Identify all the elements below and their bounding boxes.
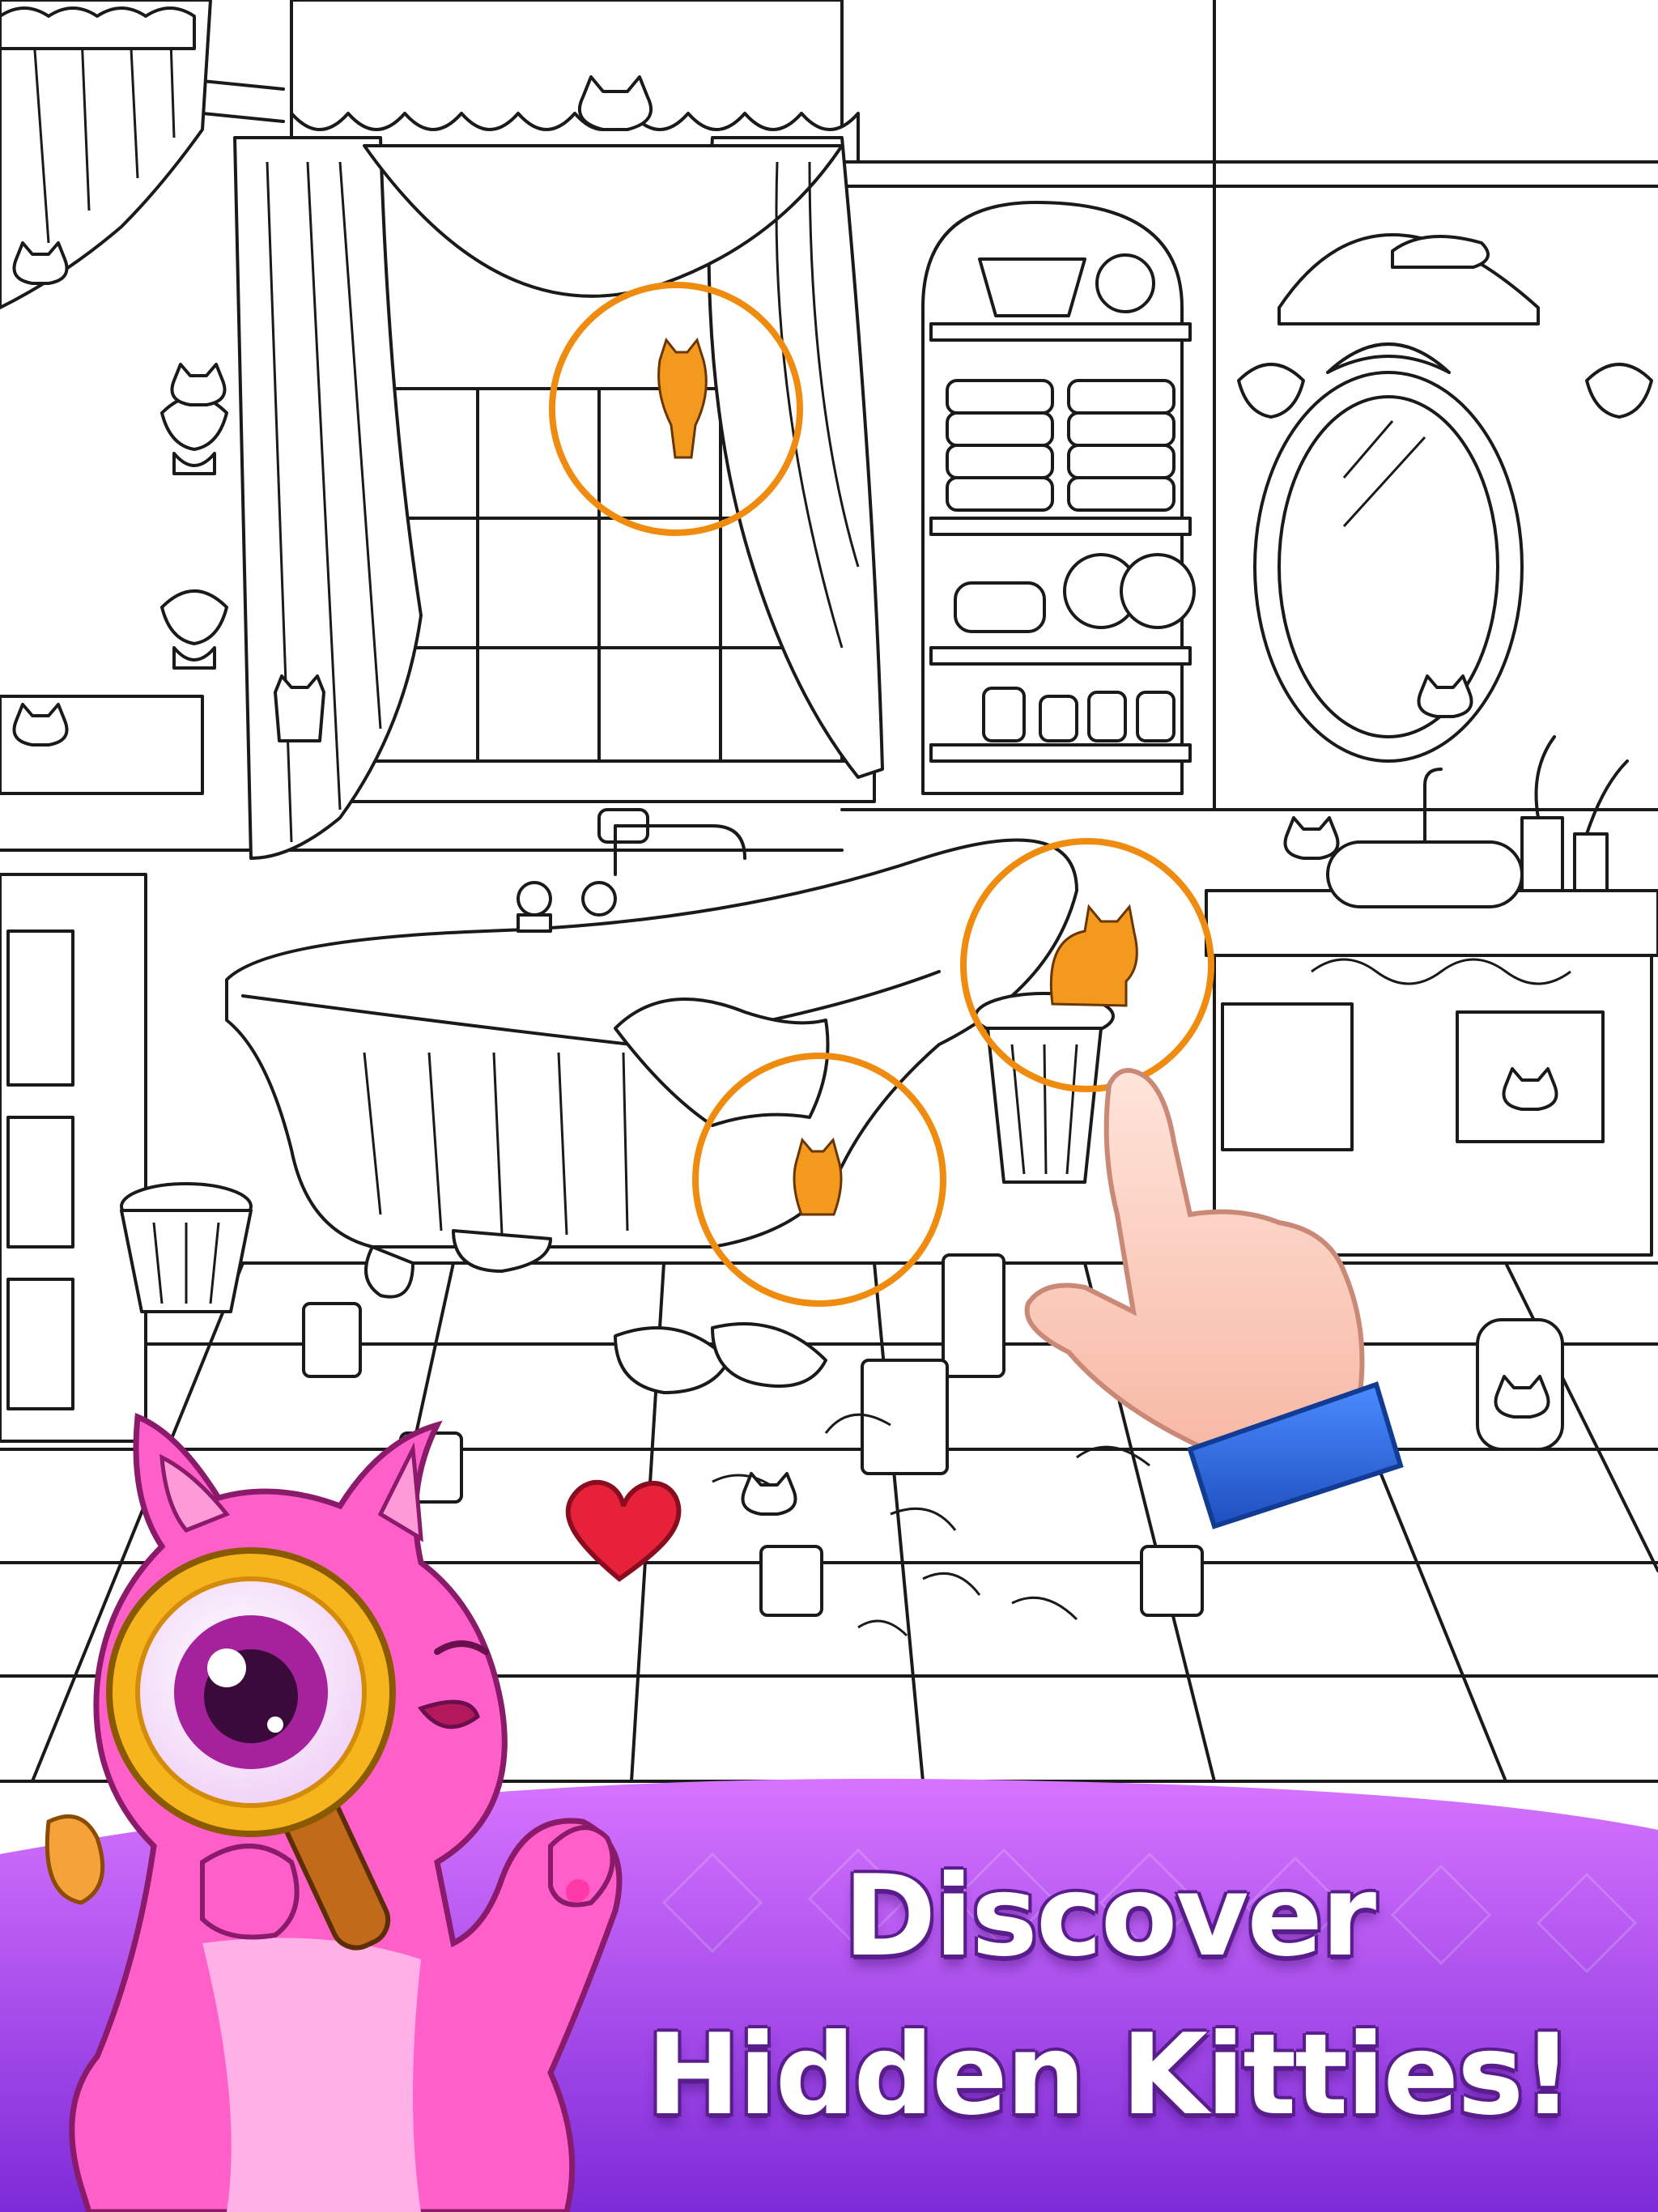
hidden-kitty[interactable] [1283,816,1340,860]
heart-icon [565,1479,682,1582]
bathtub [225,808,1078,1299]
headline-line-1: Discover [843,1851,1376,1981]
vanity [1205,735,1658,1257]
mirror [1253,233,1540,763]
headline-line-2: Hidden Kitties! [646,2010,1573,2140]
hidden-kitty[interactable] [170,363,227,406]
shelf-niche [921,201,1196,795]
hidden-kitty[interactable] [741,1472,797,1516]
waste-bin [120,1182,253,1313]
hidden-kitty[interactable] [1391,235,1490,269]
left-cabinet [0,695,204,1443]
hidden-kitty[interactable] [274,674,325,742]
